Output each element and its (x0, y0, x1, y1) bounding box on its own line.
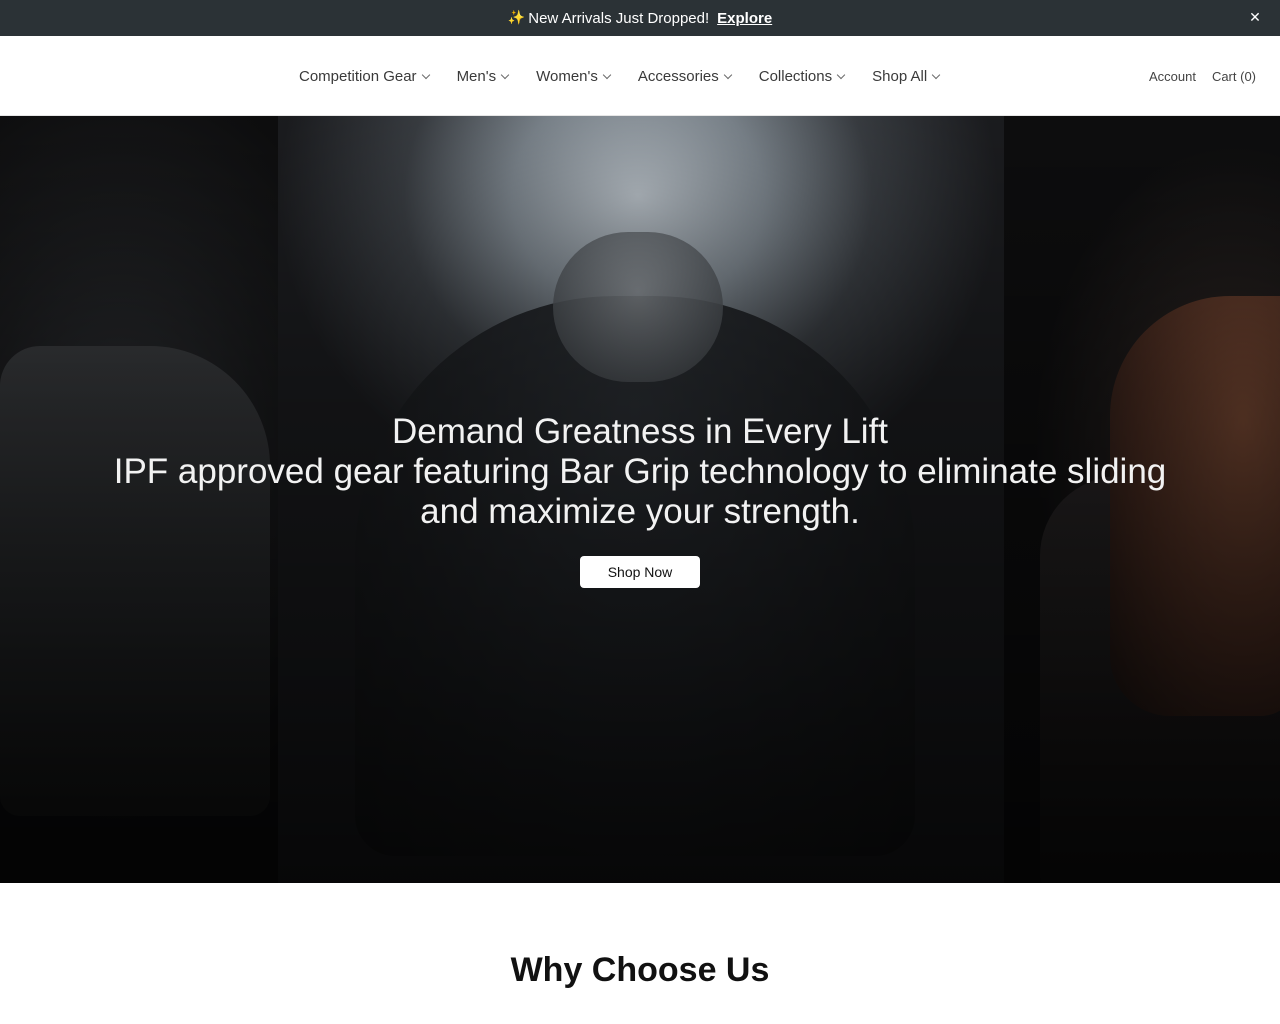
main-nav: Competition Gear Men's Women's Accessori… (285, 36, 953, 116)
header-utilities: Account Cart (0) (1133, 36, 1256, 116)
nav-item-label: Accessories (637, 67, 719, 85)
cart-link[interactable]: Cart (0) (1212, 69, 1256, 84)
nav-item-label: Shop All (872, 67, 928, 85)
shop-now-button[interactable]: Shop Now (580, 556, 700, 588)
close-icon[interactable]: ✕ (1246, 9, 1264, 27)
why-choose-us-section: Why Choose Us (0, 883, 1280, 1024)
chevron-down-icon (421, 70, 430, 79)
chevron-down-icon (723, 70, 732, 79)
sparkles-icon: ✨ (507, 10, 526, 26)
hero-content: Demand Greatness in Every Lift IPF appro… (0, 412, 1280, 588)
announcement-bar: ✨ New Arrivals Just Dropped! Explore ✕ (0, 0, 1280, 36)
account-link[interactable]: Account (1149, 69, 1196, 84)
chevron-down-icon (500, 70, 510, 79)
nav-item-label: Men's (456, 67, 497, 85)
announcement-explore-link[interactable]: Explore (717, 10, 772, 27)
nav-item-womens[interactable]: Women's (522, 56, 624, 96)
section-title: Why Choose Us (510, 951, 770, 989)
nav-item-mens[interactable]: Men's (443, 56, 523, 96)
chevron-down-icon (931, 70, 941, 79)
announcement-message: New Arrivals Just Dropped! (528, 9, 710, 27)
nav-item-competition-gear[interactable]: Competition Gear (285, 56, 443, 96)
chevron-down-icon (836, 70, 846, 79)
nav-item-accessories[interactable]: Accessories (624, 56, 745, 96)
hero-title: Demand Greatness in Every Lift (391, 412, 889, 451)
nav-item-shop-all[interactable]: Shop All (858, 56, 953, 96)
site-header: Competition Gear Men's Women's Accessori… (0, 36, 1280, 116)
hero-subtitle: IPF approved gear featuring Bar Grip tec… (113, 452, 1167, 531)
nav-item-collections[interactable]: Collections (745, 56, 858, 96)
hero-banner: Demand Greatness in Every Lift IPF appro… (0, 116, 1280, 883)
chevron-down-icon (602, 70, 612, 79)
nav-item-label: Competition Gear (299, 67, 417, 85)
nav-item-label: Collections (758, 67, 833, 85)
nav-item-label: Women's (536, 67, 598, 85)
